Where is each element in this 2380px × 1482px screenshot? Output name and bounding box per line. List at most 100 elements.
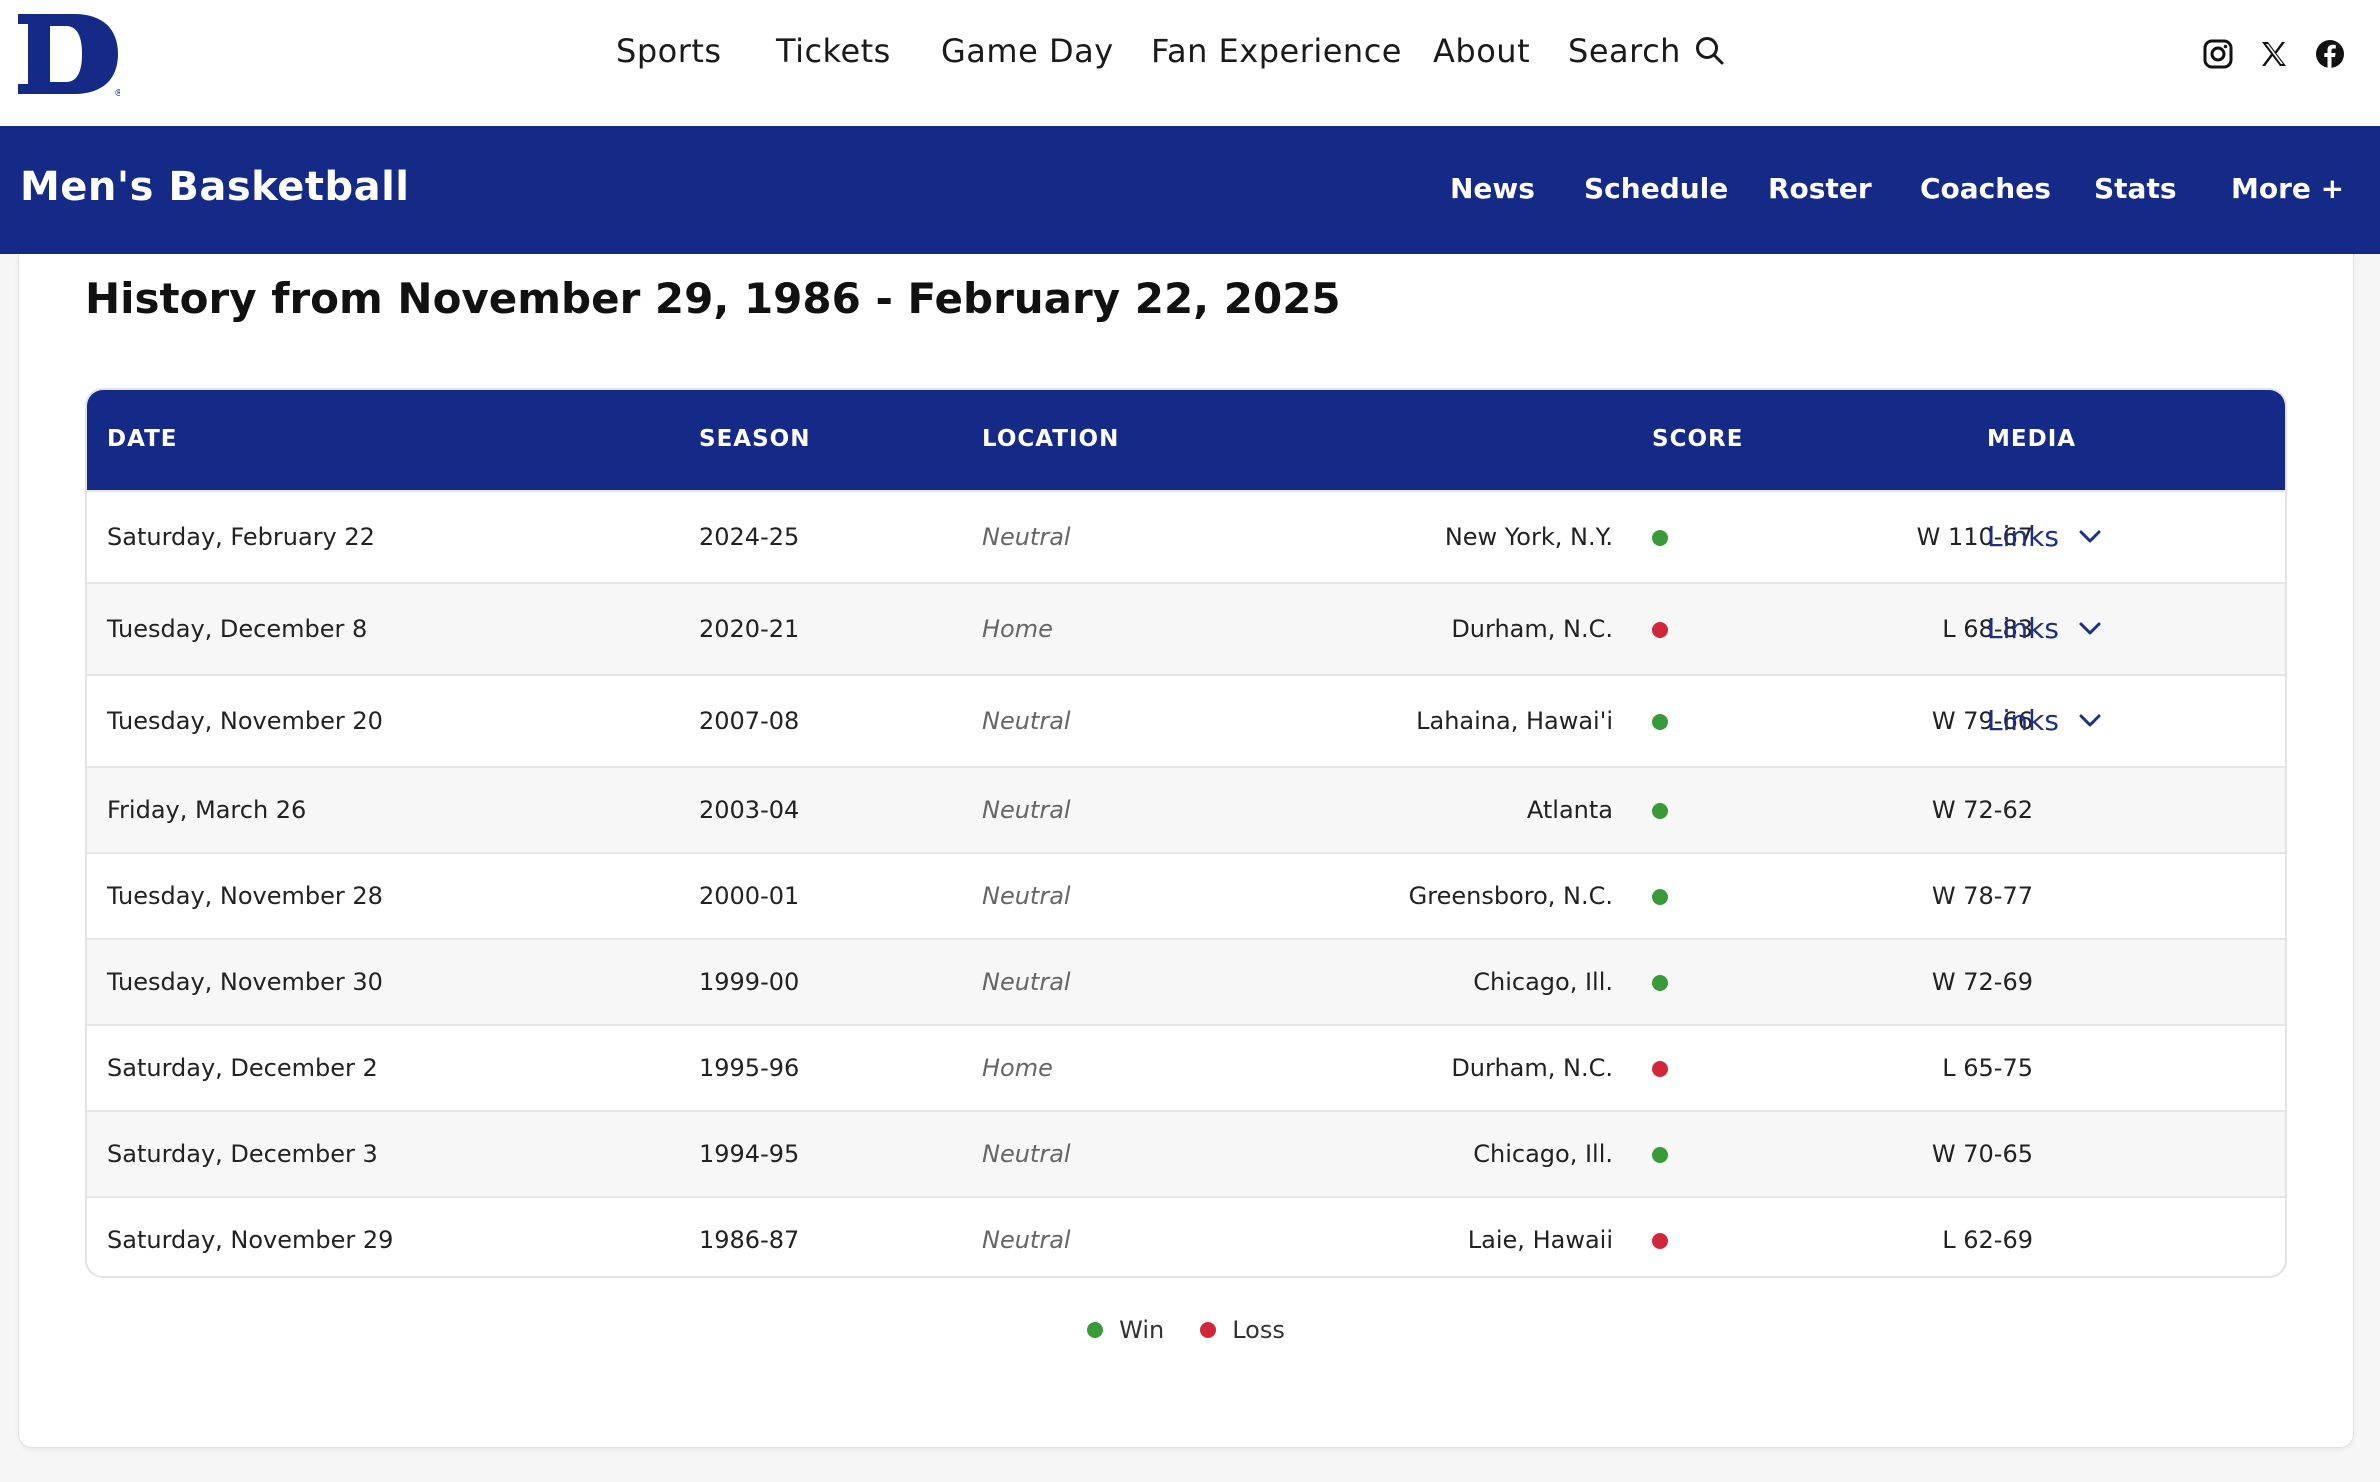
subnav-roster[interactable]: Roster xyxy=(1768,172,1872,205)
legend-win-label: Win xyxy=(1119,1316,1165,1344)
row-city: New York, N.Y. xyxy=(1444,523,1613,551)
loss-dot xyxy=(1652,622,1668,638)
row-city: Atlanta xyxy=(1526,796,1613,824)
nav-game-day[interactable]: Game Day xyxy=(941,32,1114,70)
table-header: DATE SEASON LOCATION SCORE MEDIA xyxy=(87,390,2285,490)
table-row: Tuesday, November 28 2000-01 Neutral Greens… xyxy=(87,852,2285,938)
row-location-type: Neutral xyxy=(982,707,1071,735)
row-city: Lahaina, Hawai'i xyxy=(1416,707,1613,735)
media-links-dropdown[interactable]: Links xyxy=(1987,520,2101,553)
chevron-down-icon xyxy=(2079,714,2101,726)
row-date: Saturday, February 22 xyxy=(107,523,375,551)
column-season: SEASON xyxy=(699,426,811,452)
result-legend: Win Loss xyxy=(19,1316,2353,1344)
column-location: LOCATION xyxy=(982,426,1120,452)
row-date: Saturday, November 29 xyxy=(107,1226,394,1254)
row-date: Saturday, December 2 xyxy=(107,1054,378,1082)
media-links-dropdown[interactable]: Links xyxy=(1987,704,2101,737)
row-city: Greensboro, N.C. xyxy=(1408,882,1613,910)
row-location-type: Neutral xyxy=(982,1226,1071,1254)
loss-dot xyxy=(1652,1233,1668,1249)
legend-win: Win xyxy=(1087,1316,1164,1344)
row-date: Tuesday, November 30 xyxy=(107,968,383,996)
table-row: Tuesday, November 20 2007-08 Neutral Lahain… xyxy=(87,674,2285,766)
row-date: Tuesday, November 20 xyxy=(107,707,383,735)
top-navigation: ® Sports Tickets Game Day Fan Experience… xyxy=(0,0,2380,126)
column-media: MEDIA xyxy=(1987,426,2077,452)
row-season: 2007-08 xyxy=(699,707,800,735)
row-score: W 78-77 xyxy=(1931,882,2033,910)
search-icon xyxy=(1695,37,1724,65)
row-season: 1995-96 xyxy=(699,1054,800,1082)
row-score: W 72-62 xyxy=(1931,796,2033,824)
row-score: W 70-65 xyxy=(1931,1140,2033,1168)
win-dot xyxy=(1652,889,1668,905)
table-row: Saturday, December 2 1995-96 Home Durham, N… xyxy=(87,1024,2285,1110)
row-date: Tuesday, November 28 xyxy=(107,882,383,910)
column-date: DATE xyxy=(107,426,178,452)
row-season: 2003-04 xyxy=(699,796,800,824)
history-title: History from November 29, 1986 - Februar… xyxy=(85,274,1341,323)
nav-sports[interactable]: Sports xyxy=(616,32,722,70)
row-location-type: Neutral xyxy=(982,523,1071,551)
nav-tickets[interactable]: Tickets xyxy=(776,32,891,70)
win-dot xyxy=(1652,714,1668,730)
subnav-schedule[interactable]: Schedule xyxy=(1584,172,1728,205)
row-season: 2024-25 xyxy=(699,523,800,551)
search-label: Search xyxy=(1568,32,1681,70)
media-links-dropdown[interactable]: Links xyxy=(1987,612,2101,645)
sport-title[interactable]: Men's Basketball xyxy=(20,164,410,210)
sport-subnav: Men's Basketball News Schedule Roster Co… xyxy=(0,126,2380,254)
row-score: W 72-69 xyxy=(1931,968,2033,996)
row-score: L 65-75 xyxy=(1942,1054,2033,1082)
subnav-stats[interactable]: Stats xyxy=(2094,172,2177,205)
instagram-icon[interactable] xyxy=(2202,38,2234,70)
subnav-news[interactable]: News xyxy=(1450,172,1535,205)
row-season: 1994-95 xyxy=(699,1140,800,1168)
facebook-icon[interactable] xyxy=(2314,38,2346,70)
win-dot xyxy=(1087,1322,1104,1338)
column-score: SCORE xyxy=(1652,426,1744,452)
row-date: Tuesday, December 8 xyxy=(107,615,368,643)
row-season: 2000-01 xyxy=(699,882,800,910)
row-score: L 62-69 xyxy=(1942,1226,2033,1254)
row-location-type: Home xyxy=(982,615,1053,643)
legend-loss: Loss xyxy=(1200,1316,1285,1344)
row-location-type: Home xyxy=(982,1054,1053,1082)
search-button[interactable]: Search xyxy=(1568,32,1725,70)
row-date: Saturday, December 3 xyxy=(107,1140,378,1168)
win-dot xyxy=(1652,803,1668,819)
x-icon[interactable] xyxy=(2258,38,2290,70)
table-row: Saturday, February 22 2024-25 Neutral New Y… xyxy=(87,490,2285,582)
chevron-down-icon xyxy=(2079,622,2101,634)
media-links-label: Links xyxy=(1987,520,2059,553)
row-city: Laie, Hawaii xyxy=(1467,1226,1613,1254)
win-dot xyxy=(1652,530,1668,546)
loss-dot xyxy=(1200,1322,1217,1338)
subnav-more[interactable]: More + xyxy=(2231,172,2344,205)
table-row: Saturday, December 3 1994-95 Neutral Chicag… xyxy=(87,1110,2285,1196)
nav-fan-experience[interactable]: Fan Experience xyxy=(1151,32,1402,70)
history-table: DATE SEASON LOCATION SCORE MEDIA Saturda… xyxy=(85,388,2287,1278)
main-nav: Sports Tickets Game Day Fan Experience A… xyxy=(0,0,2380,106)
legend-loss-label: Loss xyxy=(1232,1316,1285,1344)
row-season: 2020-21 xyxy=(699,615,800,643)
row-city: Durham, N.C. xyxy=(1451,615,1613,643)
row-city: Chicago, Ill. xyxy=(1473,1140,1613,1168)
table-row: Tuesday, November 30 1999-00 Neutral Chicag… xyxy=(87,938,2285,1024)
win-dot xyxy=(1652,1147,1668,1163)
nav-about[interactable]: About xyxy=(1433,32,1530,70)
chevron-down-icon xyxy=(2079,530,2101,542)
row-season: 1999-00 xyxy=(699,968,800,996)
table-row: Tuesday, December 8 2020-21 Home Durham, N.… xyxy=(87,582,2285,674)
win-dot xyxy=(1652,975,1668,991)
row-location-type: Neutral xyxy=(982,882,1071,910)
row-city: Chicago, Ill. xyxy=(1473,968,1613,996)
row-location-type: Neutral xyxy=(982,796,1071,824)
row-season: 1986-87 xyxy=(699,1226,800,1254)
row-location-type: Neutral xyxy=(982,1140,1071,1168)
table-row: Friday, March 26 2003-04 Neutral Atlanta W 7… xyxy=(87,766,2285,852)
subnav-coaches[interactable]: Coaches xyxy=(1920,172,2051,205)
row-location-type: Neutral xyxy=(982,968,1071,996)
media-links-label: Links xyxy=(1987,704,2059,737)
